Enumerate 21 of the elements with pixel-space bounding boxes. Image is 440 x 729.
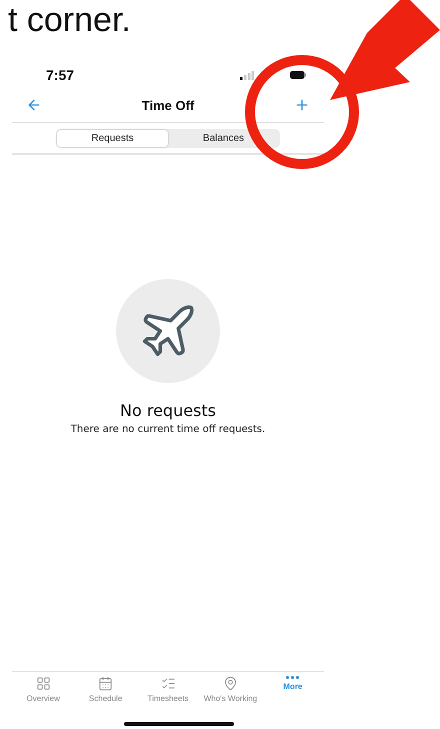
battery-icon xyxy=(290,71,306,79)
checklist-icon xyxy=(160,676,176,691)
back-button[interactable] xyxy=(26,97,42,113)
grid-icon xyxy=(36,676,51,691)
signal-icon xyxy=(240,70,254,80)
map-pin-icon xyxy=(222,676,238,691)
more-icon xyxy=(286,676,300,679)
caption-text: t corner. xyxy=(7,0,131,41)
tab-bar-item[interactable]: Timesheets xyxy=(136,676,200,716)
segment-tab[interactable]: Requests xyxy=(57,130,168,146)
tab-bar-item[interactable]: Schedule xyxy=(74,676,137,716)
empty-message: There are no current time off requests. xyxy=(70,424,266,435)
tab-bar-item[interactable]: Who's Working xyxy=(199,676,262,716)
tab-bar-item[interactable]: More xyxy=(262,676,324,716)
tab-bar-item[interactable]: Overview xyxy=(12,676,74,716)
calendar-icon xyxy=(98,676,114,691)
add-button[interactable] xyxy=(294,97,310,113)
status-time: 7:57 xyxy=(46,67,74,83)
screen-title: Time Off xyxy=(142,98,194,112)
segment-tab[interactable]: Balances xyxy=(168,130,279,146)
empty-title: No requests xyxy=(120,401,216,420)
